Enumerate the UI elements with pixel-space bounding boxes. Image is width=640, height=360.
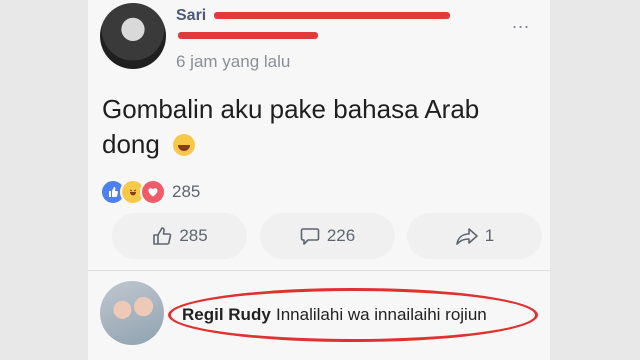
redaction-mark xyxy=(214,12,450,19)
post-timestamp[interactable]: 6 jam yang lalu xyxy=(176,52,290,72)
post-text-content: Gombalin aku pake bahasa Arab dong xyxy=(102,94,480,159)
comment-button[interactable]: 226 xyxy=(259,213,395,259)
action-bar: 285 226 1 xyxy=(112,213,542,263)
share-count: 1 xyxy=(484,226,495,245)
laughing-emoji-icon xyxy=(173,134,196,156)
like-button[interactable]: 285 xyxy=(112,213,247,259)
thumbs-up-icon xyxy=(153,227,172,245)
like-count: 285 xyxy=(179,226,208,245)
reaction-count: 285 xyxy=(172,182,201,201)
divider xyxy=(88,270,550,271)
commenter-name[interactable]: Regil Rudy xyxy=(182,305,271,325)
share-icon xyxy=(455,228,478,245)
comment-count: 226 xyxy=(326,226,356,245)
reaction-summary[interactable]: 285 xyxy=(100,179,201,205)
post-text: Gombalin aku pake bahasa Arab dong xyxy=(102,92,522,162)
love-icon xyxy=(140,179,166,205)
more-options-icon[interactable]: ... xyxy=(512,12,530,33)
comment-icon xyxy=(300,228,320,245)
comment-text: Innalilahi wa innailaihi rojiun xyxy=(276,305,487,324)
share-button[interactable]: 1 xyxy=(407,213,542,259)
redaction-mark xyxy=(178,32,318,39)
poster-name[interactable]: Sari xyxy=(176,7,206,25)
poster-avatar[interactable] xyxy=(100,3,166,69)
commenter-avatar[interactable] xyxy=(100,281,164,345)
